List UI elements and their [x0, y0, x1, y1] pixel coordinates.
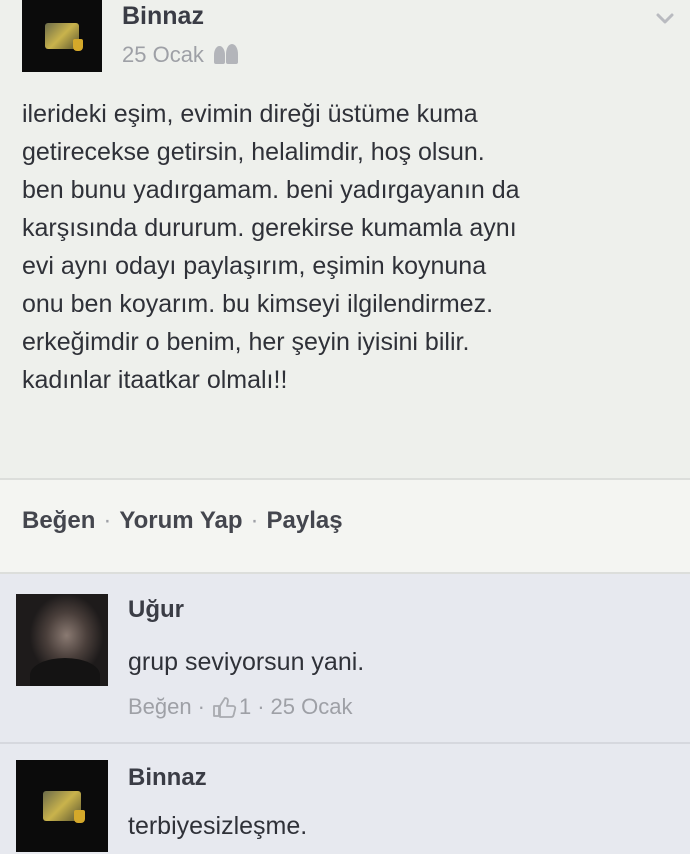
comment-button[interactable]: Yorum Yap [119, 507, 242, 535]
separator: · [197, 694, 205, 719]
separator: · [250, 507, 259, 534]
post-text: ilerideki eşim, evimin direği üstüme kum… [22, 100, 520, 394]
comment-author-avatar[interactable] [16, 760, 108, 852]
comment-author-name[interactable]: Binnaz [128, 764, 207, 792]
comment-text: terbiyesizleşme. [128, 812, 308, 840]
comment-author-avatar[interactable] [16, 594, 108, 686]
chevron-down-icon[interactable] [654, 8, 676, 30]
separator: · [257, 694, 265, 719]
comment-like-button[interactable]: Beğen [128, 694, 192, 720]
friends-icon [212, 44, 240, 66]
separator: · [103, 507, 112, 534]
page-logo-icon [45, 23, 83, 51]
post-header: Binnaz 25 Ocak [0, 0, 690, 90]
comment-date[interactable]: 25 Ocak [271, 694, 353, 720]
comment-meta: Beğen · 1 · 25 Ocak [128, 694, 352, 720]
page-logo-icon [43, 791, 85, 823]
share-button[interactable]: Paylaş [267, 507, 343, 535]
facebook-post-screen: Binnaz 25 Ocak ilerideki eşim, evimin di… [0, 0, 690, 854]
post-actions: Beğen · Yorum Yap · Paylaş [22, 507, 343, 535]
post-meta: 25 Ocak [122, 42, 240, 68]
post-date[interactable]: 25 Ocak [122, 42, 204, 68]
thumbs-up-icon [213, 697, 237, 718]
like-button[interactable]: Beğen [22, 507, 95, 535]
comment-like-count: 1 [238, 694, 252, 719]
post-author-avatar[interactable] [22, 0, 102, 72]
divider [0, 742, 690, 744]
comment-text: grup seviyorsun yani. [128, 648, 365, 676]
comment-author-name[interactable]: Uğur [128, 596, 184, 624]
post-author-name[interactable]: Binnaz [122, 2, 204, 31]
